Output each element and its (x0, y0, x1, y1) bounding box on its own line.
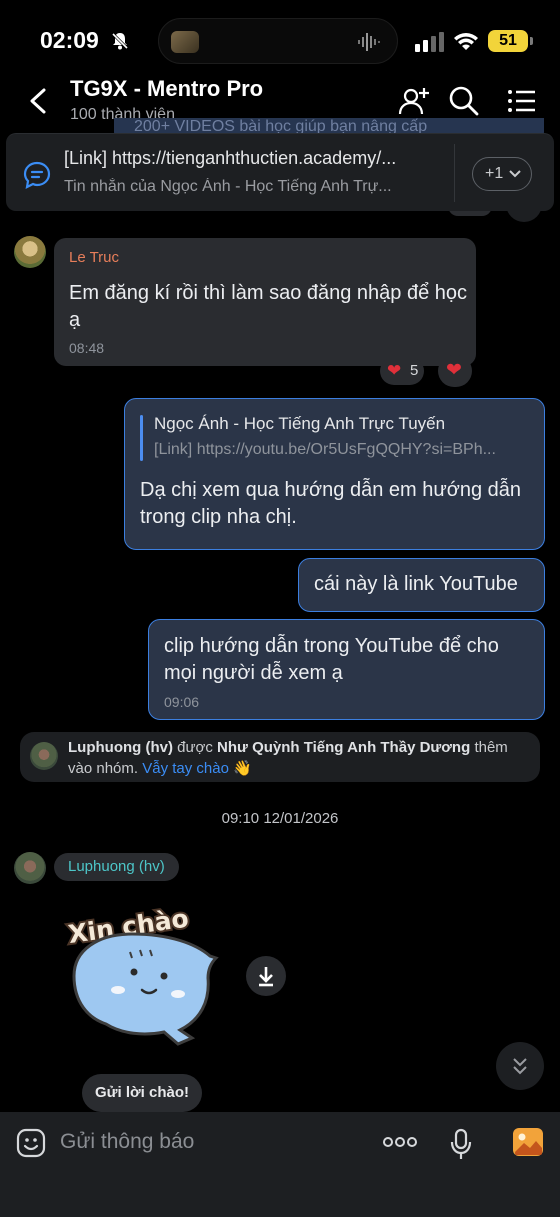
message-text: Dạ chị xem qua hướng dẫn em hướng dẫn tr… (140, 479, 522, 528)
status-time: 02:09 (40, 27, 99, 53)
sender-name[interactable]: Le Truc (69, 249, 119, 266)
add-member-icon[interactable] (398, 85, 430, 117)
status-bar: 02:09 51 (0, 0, 560, 80)
quote-text[interactable]: [Link] https://youtu.be/Or5UsFgQQHY?si=B… (154, 441, 526, 459)
outgoing-message-reply[interactable]: Ngọc Ánh - Học Tiếng Anh Trực Tuyến [Lin… (124, 398, 545, 550)
search-icon[interactable] (448, 85, 480, 117)
pinned-divider (454, 144, 455, 202)
system-notice: Luphuong (hv) được Như Quỳnh Tiếng Anh T… (20, 732, 540, 782)
avatar-le-truc[interactable] (14, 236, 46, 268)
quote-author: Ngọc Ánh - Học Tiếng Anh Trực Tuyến (154, 414, 446, 433)
message-input[interactable]: Gửi thông báo (60, 1130, 194, 1154)
message-text: Em đăng kí rồi thì làm sao đăng nhập để … (69, 282, 468, 331)
hello-sticker[interactable]: Xin chào (60, 898, 220, 1048)
pinned-more-label: +1 (485, 165, 504, 182)
dynamic-island (158, 18, 398, 64)
avatar-luphuong[interactable] (30, 742, 58, 770)
composer-bar: Gửi thông báo (0, 1112, 560, 1217)
battery-indicator: 51 (488, 30, 533, 52)
notice-verb: được (177, 739, 213, 756)
back-chevron-icon[interactable] (26, 86, 50, 116)
wave-hello-link[interactable]: Vẫy tay chào (142, 760, 229, 777)
message-text: clip hướng dẫn trong YouTube để cho mọi … (164, 635, 499, 684)
double-chevron-down-icon (513, 1058, 527, 1075)
more-options-icon[interactable] (382, 1132, 418, 1152)
pinned-more-button[interactable]: +1 (472, 157, 532, 191)
group-title[interactable]: TG9X - Mentro Pro (70, 76, 263, 102)
pinned-source-text: Tin nhắn của Ngọc Ánh - Học Tiếng Anh Tr… (64, 178, 392, 195)
avatar-luphuong[interactable] (14, 852, 46, 884)
chevron-down-icon (509, 170, 521, 178)
react-button[interactable]: ❤ (438, 355, 472, 387)
audio-wave-icon (358, 33, 380, 51)
download-icon (259, 967, 273, 987)
download-button[interactable] (246, 956, 286, 996)
bell-muted-icon (111, 32, 129, 50)
heart-icon: ❤ (387, 361, 402, 380)
pinned-message-bar[interactable]: [Link] https://tienganhthuctien.academy/… (6, 133, 554, 211)
heart-icon: ❤ (446, 360, 462, 381)
quote-bar (140, 415, 143, 461)
signal-icon (415, 32, 444, 52)
date-divider: 09:10 12/01/2026 (221, 810, 339, 827)
image-picker-icon[interactable] (512, 1127, 544, 1157)
reaction-summary[interactable]: ❤ 5 (380, 357, 424, 385)
reaction-count: 5 (410, 362, 419, 379)
scroll-to-bottom-button[interactable] (496, 1042, 544, 1090)
send-greeting-button[interactable]: Gửi lời chào! (82, 1074, 202, 1112)
sender-name[interactable]: Luphuong (hv) (54, 853, 179, 881)
message-time: 08:48 (69, 340, 105, 356)
message-time: 09:06 (164, 694, 200, 710)
microphone-icon[interactable] (450, 1128, 472, 1160)
now-playing-thumbnail (171, 31, 199, 53)
incoming-message[interactable]: Le Truc Em đăng kí rồi thì làm sao đăng … (54, 238, 476, 366)
chat-bubble-icon (23, 161, 51, 189)
notice-member[interactable]: Luphuong (hv) (68, 739, 173, 756)
emoji-icon[interactable] (16, 1128, 46, 1158)
pinned-link-text: [Link] https://tienganhthuctien.academy/… (64, 148, 397, 168)
wifi-icon (454, 33, 478, 50)
outgoing-message[interactable]: cái này là link YouTube (298, 558, 545, 612)
message-text: cái này là link YouTube (314, 573, 518, 595)
notice-by[interactable]: Như Quỳnh Tiếng Anh Thầy Dương (217, 739, 470, 756)
outgoing-message[interactable]: clip hướng dẫn trong YouTube để cho mọi … (148, 619, 545, 720)
wave-emoji: 👋 (233, 760, 252, 777)
menu-list-icon[interactable] (506, 85, 538, 117)
